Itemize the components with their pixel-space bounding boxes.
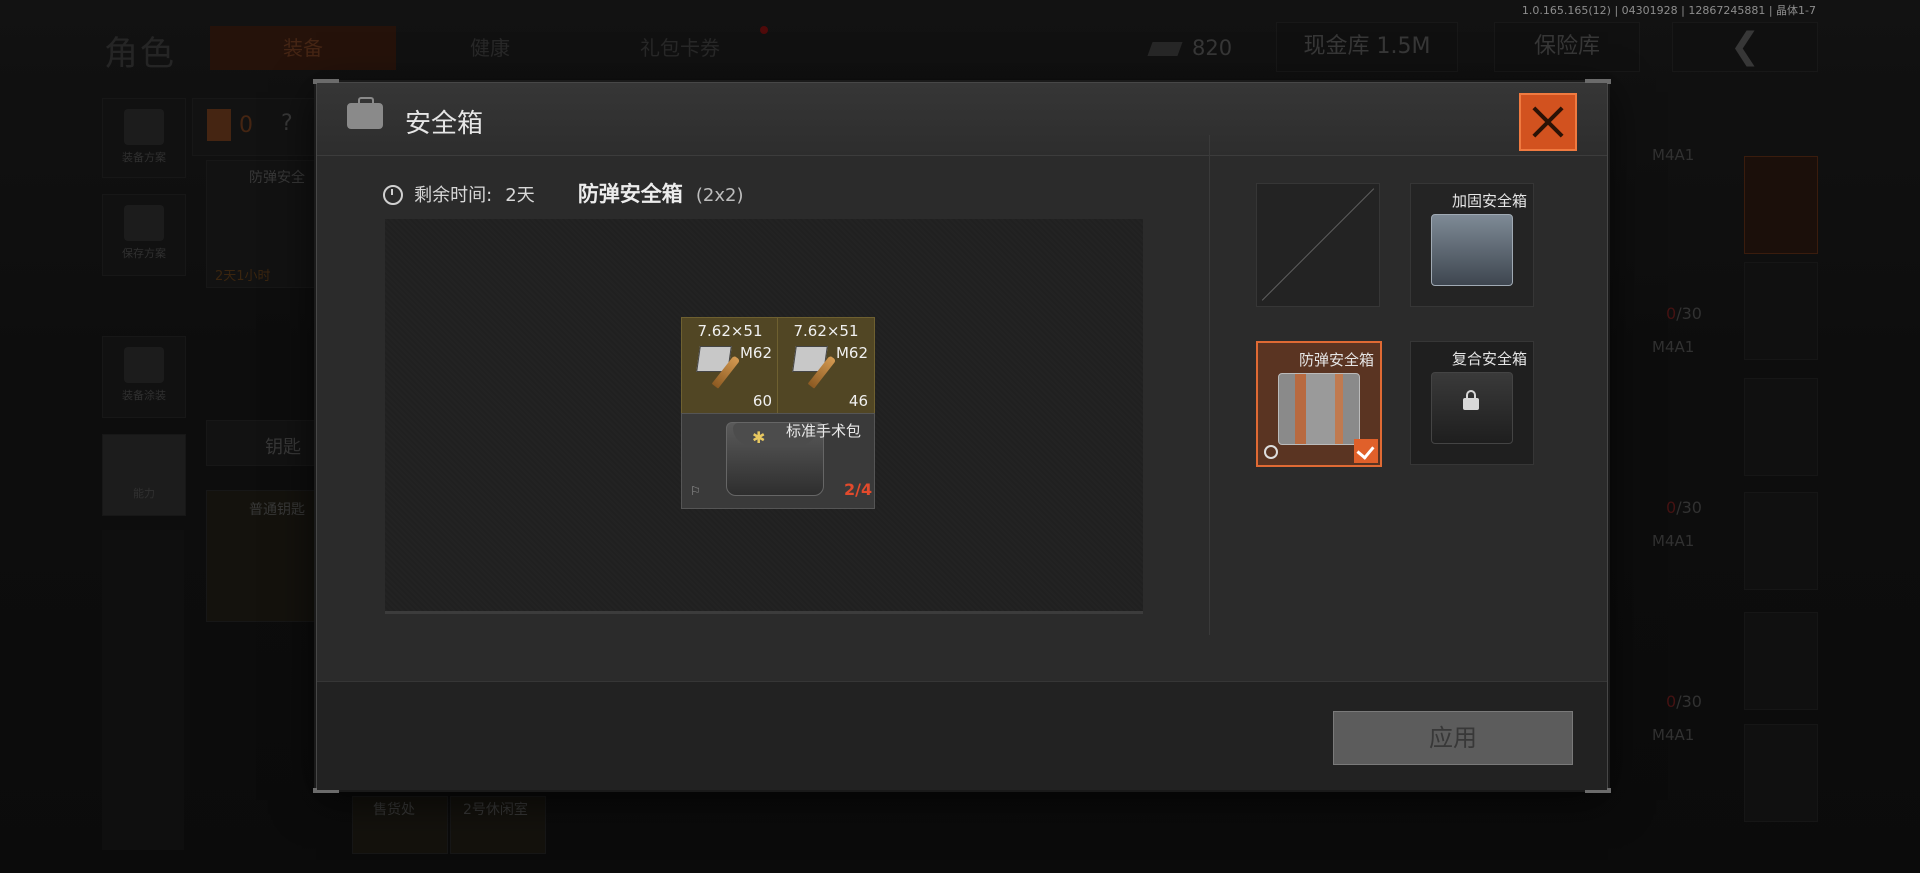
ammo-caliber: 7.62×51: [697, 322, 763, 340]
case-size: (2x2): [695, 185, 744, 206]
ammo-model: M62: [835, 344, 868, 362]
case-option-composite[interactable]: 复合安全箱: [1410, 341, 1534, 465]
timer-icon: [1264, 445, 1278, 459]
case-name: 防弹安全箱: [577, 182, 683, 206]
case-option-bulletproof[interactable]: 防弹安全箱: [1256, 341, 1382, 467]
clock-icon: [383, 184, 403, 205]
check-icon: [1354, 439, 1378, 463]
ammo-count: 46: [848, 392, 868, 410]
ammo-slot[interactable]: 7.62×51 M62 60: [681, 317, 779, 415]
case-option-name: 复合安全箱: [1451, 350, 1527, 368]
ammo-slot[interactable]: 7.62×51 M62 46: [777, 317, 875, 415]
medkit-name: 标准手术包: [786, 422, 862, 440]
apply-button[interactable]: 应用: [1333, 711, 1573, 765]
ammo-count: 60: [752, 392, 772, 410]
case-option-empty[interactable]: [1256, 183, 1380, 307]
case-option-fortified[interactable]: 加固安全箱: [1410, 183, 1534, 307]
ammo-caliber: 7.62×51: [793, 322, 859, 340]
ammo-model: M62: [739, 344, 772, 362]
fortified-case-icon: [1431, 214, 1513, 286]
case-info-row: 剩余时间: 2天 防弹安全箱 (2x2): [383, 179, 744, 209]
case-icon: [347, 97, 383, 129]
remaining-time-value: 2天: [505, 185, 535, 206]
modal-title: 安全箱: [405, 109, 484, 139]
case-option-name: 加固安全箱: [1451, 192, 1527, 210]
case-option-name: 防弹安全箱: [1298, 351, 1374, 369]
bulletproof-case-icon: [1278, 373, 1360, 445]
case-options-pane: 加固安全箱 防弹安全箱 复合安全箱: [1209, 135, 1606, 635]
medkit-uses: 2/4: [844, 480, 873, 499]
no-insure-icon: ⚐: [690, 484, 701, 498]
medkit-slot[interactable]: ✱ 标准手术包 2/4 ⚐: [681, 413, 875, 509]
safe-case-modal: 安全箱 剩余时间: 2天 防弹安全箱 (2x2) 7.62×51 M62 60 …: [313, 79, 1611, 793]
remaining-time-label: 剩余时间:: [414, 185, 493, 206]
lock-icon: [1463, 390, 1479, 410]
empty-slash: [1261, 188, 1375, 301]
medical-star-icon: ✱: [752, 428, 766, 447]
case-storage-grid: 7.62×51 M62 60 7.62×51 M62 46 ✱ 标准手术包 2/…: [385, 219, 1143, 614]
